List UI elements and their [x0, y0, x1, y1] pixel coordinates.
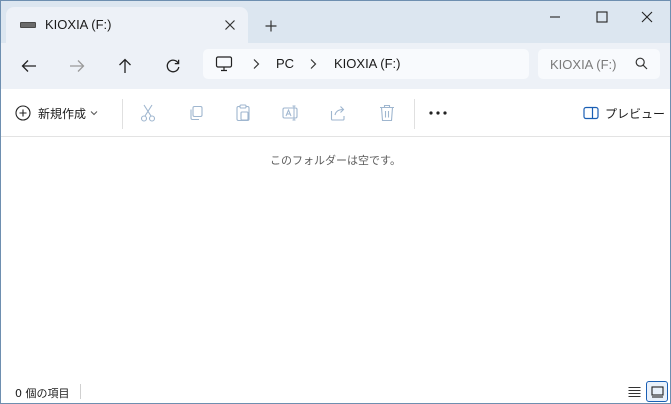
copy-icon [190, 105, 203, 121]
navigation-bar: PC KIOXIA (F:) [1, 43, 670, 89]
search-input[interactable] [550, 56, 620, 72]
minimize-button[interactable] [532, 1, 578, 33]
divider [122, 99, 123, 129]
tiles-view-icon [650, 385, 664, 398]
computer-icon [215, 56, 233, 72]
divider [80, 384, 81, 399]
minimize-icon [550, 16, 560, 18]
chevron-right-icon [253, 59, 260, 69]
up-button[interactable] [110, 52, 140, 80]
back-button[interactable] [14, 52, 44, 80]
share-button[interactable] [329, 103, 349, 123]
file-list-area[interactable]: このフォルダーは空です。 [1, 138, 670, 378]
title-bar: KIOXIA (F:) [1, 1, 670, 43]
close-icon [641, 11, 653, 23]
plus-icon [265, 20, 277, 32]
search-box[interactable] [538, 49, 660, 79]
ellipsis-icon [429, 111, 447, 115]
details-view-icon [628, 386, 640, 398]
status-bar: 0 個の項目 [1, 378, 670, 403]
tab-title: KIOXIA (F:) [45, 17, 112, 32]
drive-icon [20, 22, 36, 28]
empty-folder-message: このフォルダーは空です。 [270, 154, 401, 167]
rename-icon [282, 105, 298, 121]
maximize-button[interactable] [579, 1, 625, 33]
preview-pane-icon [583, 106, 599, 120]
rename-button[interactable] [281, 103, 301, 123]
cut-button[interactable] [138, 103, 158, 123]
tab-close-button[interactable] [220, 15, 240, 35]
breadcrumb-pc[interactable]: PC [276, 56, 294, 71]
maximize-icon [596, 11, 608, 23]
divider [414, 99, 415, 129]
delete-button[interactable] [377, 103, 397, 123]
item-count: 0 個の項目 [15, 387, 70, 400]
forward-button[interactable] [62, 52, 92, 80]
arrow-up-icon [119, 58, 131, 73]
details-view-button[interactable] [624, 382, 644, 402]
preview-label: プレビュー [605, 106, 666, 121]
address-bar[interactable]: PC KIOXIA (F:) [203, 49, 529, 79]
refresh-button[interactable] [158, 52, 188, 80]
delete-icon [380, 104, 394, 122]
more-options-button[interactable] [427, 103, 449, 123]
new-button-label: 新規作成 [38, 106, 87, 121]
preview-button[interactable]: プレビュー [583, 103, 665, 123]
file-explorer-window: KIOXIA (F:) PC KIOXIA (F:) KIOXIA (F:) 新… [0, 0, 671, 404]
plus-circle-icon [15, 105, 31, 121]
search-icon [635, 57, 648, 70]
tab-kioxia[interactable]: KIOXIA (F:) [6, 7, 248, 43]
arrow-left-icon [21, 60, 36, 72]
new-tab-button[interactable] [259, 15, 283, 37]
copy-button[interactable] [186, 103, 206, 123]
command-bar: 新規作成 プレビュー [1, 89, 670, 137]
share-icon [330, 106, 345, 121]
paste-icon [236, 104, 250, 122]
close-icon [225, 20, 235, 30]
breadcrumb-kioxia[interactable]: KIOXIA (F:) [334, 56, 400, 71]
arrow-right-icon [70, 60, 85, 72]
chevron-down-icon [90, 111, 98, 116]
new-button[interactable]: 新規作成 [15, 100, 111, 126]
close-window-button[interactable] [624, 1, 670, 33]
cut-icon [140, 104, 156, 122]
refresh-icon [166, 59, 180, 73]
large-icons-view-button[interactable] [646, 381, 668, 402]
chevron-right-icon [310, 59, 317, 69]
paste-button[interactable] [233, 103, 253, 123]
